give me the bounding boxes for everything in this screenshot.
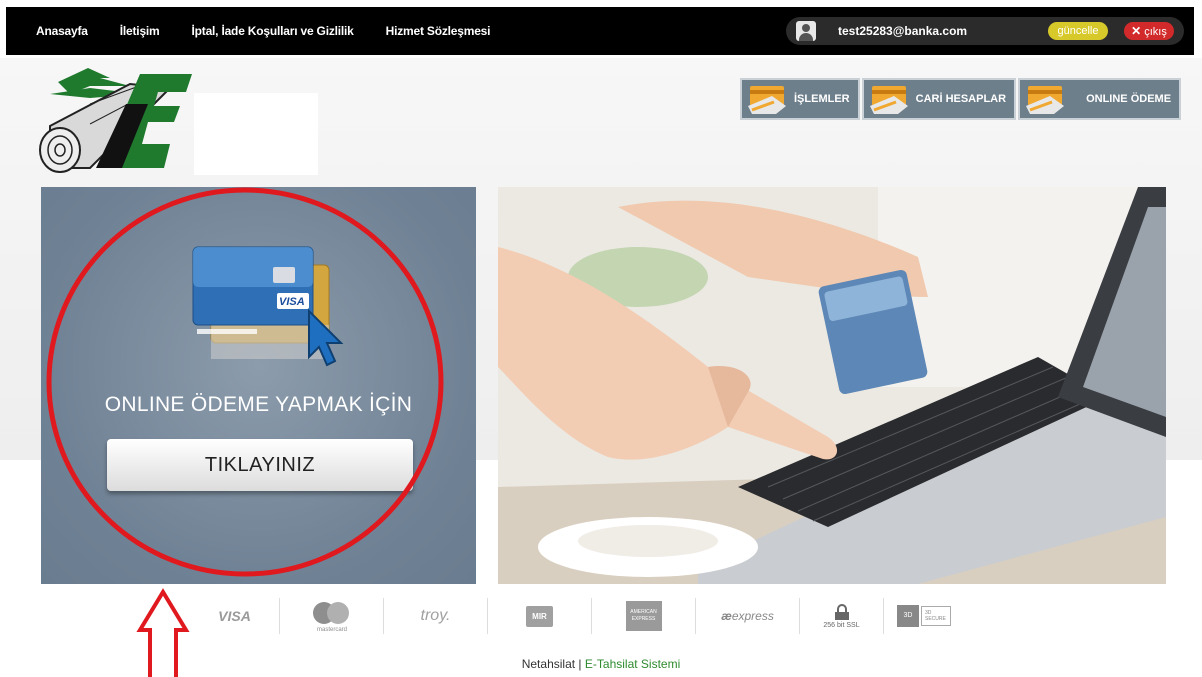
visa-logo: VISA	[190, 598, 280, 634]
top-bar: Anasayfa İletişim İptal, İade Koşulları …	[0, 0, 1202, 58]
company-logo[interactable]	[30, 64, 195, 176]
lock-body-icon	[834, 611, 849, 620]
hero-image	[498, 187, 1166, 584]
payment-logos: VISA mastercard troy. MIR AMERICAN EXPRE…	[190, 598, 964, 634]
online-payment-panel: VISA ONLINE ÖDEME YAPMAK İÇİN TIKLAYINIZ	[41, 187, 476, 584]
close-icon: ✕	[1131, 24, 1142, 38]
footer: Netahsilat | E-Tahsilat Sistemi	[0, 657, 1202, 671]
online-payment-button-label: ONLINE ÖDEME	[1086, 93, 1172, 105]
footer-brand: Netahsilat	[521, 657, 576, 671]
american-express-logo: AMERICAN EXPRESS	[592, 598, 696, 634]
svg-text:mastercard: mastercard	[316, 627, 346, 633]
exit-button-label: çıkış	[1144, 26, 1167, 38]
credit-card-icon	[869, 86, 908, 114]
nav-service-agreement-link[interactable]: Hizmet Sözleşmesi	[386, 24, 491, 38]
nav-contact-link[interactable]: İletişim	[120, 24, 160, 38]
user-email: test25283@banka.com	[838, 24, 968, 38]
express-logo: æexpress	[696, 598, 800, 634]
user-box: test25283@banka.com güncelle ✕ çıkış	[786, 17, 1184, 45]
online-payment-button[interactable]: ONLINE ÖDEME	[1018, 78, 1182, 120]
nav-cancellation-privacy-link[interactable]: İptal, İade Koşulları ve Gizlilik	[192, 24, 354, 38]
update-button[interactable]: güncelle	[1048, 22, 1108, 40]
laptop-hands-illustration	[498, 187, 1166, 584]
ssl-logo: 256 bit SSL	[800, 598, 884, 634]
logo-placeholder	[194, 93, 318, 175]
top-nav-bar: Anasayfa İletişim İptal, İade Koşulları …	[6, 7, 1194, 55]
mir-logo: MIR	[488, 598, 592, 634]
transactions-button[interactable]: İŞLEMLER	[740, 78, 860, 120]
user-icon	[796, 21, 816, 41]
nav-home-link[interactable]: Anasayfa	[36, 24, 88, 38]
online-payment-text: ONLINE ÖDEME YAPMAK İÇİN	[104, 393, 413, 416]
exit-button[interactable]: ✕ çıkış	[1124, 22, 1174, 40]
credit-card-icon	[748, 86, 786, 114]
current-accounts-button[interactable]: CARİ HESAPLAR	[861, 78, 1017, 120]
credit-cards-icon: VISA	[192, 246, 344, 367]
footer-system-link[interactable]: E-Tahsilat Sistemi	[585, 657, 680, 671]
mastercard-logo: mastercard	[280, 598, 384, 634]
3d-secure-logo: 3D 3D SECURE	[884, 598, 964, 634]
main-nav: Anasayfa İletişim İptal, İade Koşulları …	[36, 24, 522, 38]
svg-text:VISA: VISA	[279, 296, 305, 308]
header-buttons: İŞLEMLER CARİ HESAPLAR ONLINE ÖDEME	[740, 78, 1183, 120]
footer-separator: |	[575, 657, 585, 671]
current-accounts-button-label: CARİ HESAPLAR	[915, 93, 1007, 105]
credit-card-icon	[1026, 86, 1065, 114]
click-here-button[interactable]: TIKLAYINIZ	[107, 439, 413, 491]
transactions-button-label: İŞLEMLER	[794, 93, 850, 105]
troy-logo: troy.	[384, 598, 488, 634]
